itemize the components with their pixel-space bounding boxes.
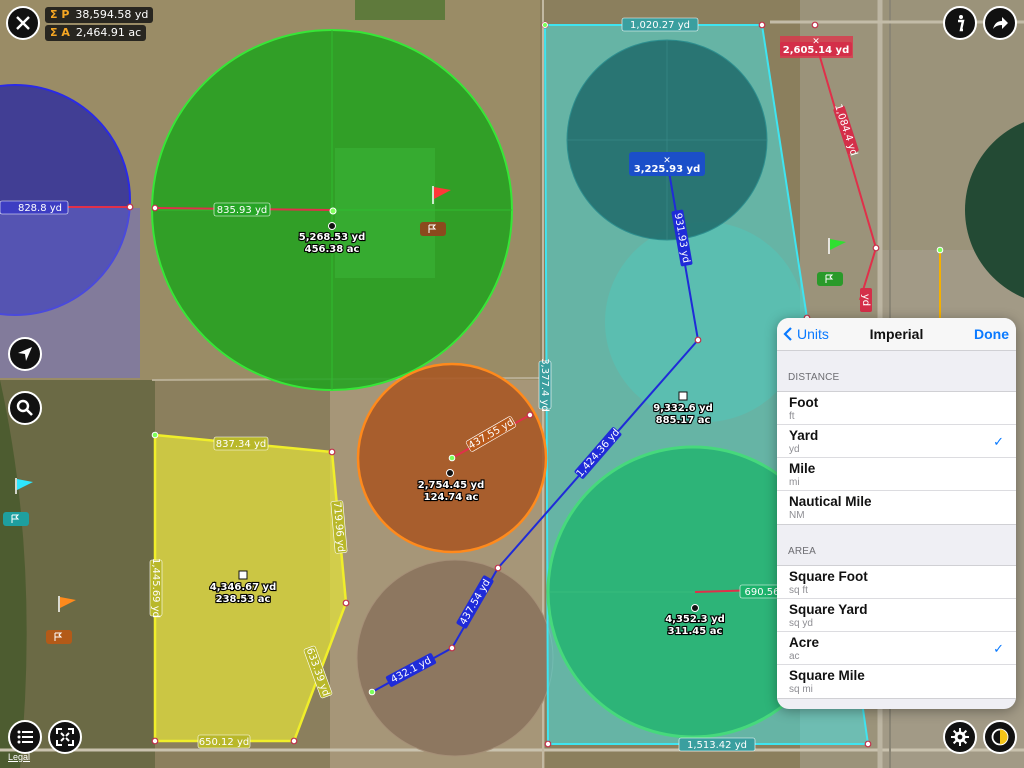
unit-name: Square Foot	[789, 569, 868, 584]
checkmark-icon: ✓	[993, 434, 1004, 449]
label-green-se-radius: 690.56	[745, 587, 780, 598]
unit-name: Square Mile	[789, 668, 865, 683]
label-cyan-total: 9,332.6 yd	[653, 403, 713, 414]
label-cyan-west: 3,377.4 yd	[539, 358, 550, 412]
unit-abbr: ft	[789, 411, 795, 422]
area-section-header: AREA	[788, 546, 817, 557]
close-button[interactable]	[6, 6, 40, 40]
unit-name: Square Yard	[789, 602, 868, 617]
unit-row-foot[interactable]: Foot ft	[777, 392, 1016, 425]
unit-name: Mile	[789, 461, 816, 476]
unit-row-square-foot[interactable]: Square Foot sq ft	[777, 566, 1016, 599]
area-symbol: Σ A	[50, 26, 70, 39]
label-cyan-bottom: 1,513.42 yd	[687, 740, 747, 751]
settings-button[interactable]	[943, 720, 977, 754]
area-value: 2,464.91 ac	[75, 26, 142, 39]
unit-abbr: ac	[789, 651, 800, 662]
label-yellow-perimeter: 4,346.67 yd	[210, 582, 277, 593]
units-panel-header: Units Imperial Done	[777, 318, 1016, 351]
units-panel: Units Imperial Done DISTANCE Foot ft Yar…	[777, 318, 1016, 709]
perimeter-value: 38,594.58 yd	[75, 8, 149, 21]
label-red-seg2: yd	[860, 294, 871, 306]
share-icon	[993, 17, 1008, 29]
unit-row-acre[interactable]: Acre ac ✓	[777, 632, 1016, 665]
unit-name: Yard	[789, 428, 819, 443]
label-blue-radius: 828.8 yd	[18, 203, 62, 214]
svg-text:✕: ✕	[812, 37, 820, 47]
list-icon	[17, 730, 33, 744]
search-button[interactable]	[8, 391, 42, 425]
theme-button[interactable]	[983, 720, 1017, 754]
contrast-icon	[991, 728, 1009, 746]
unit-abbr: sq mi	[789, 684, 813, 695]
location-arrow-icon	[18, 347, 32, 361]
unit-row-mile[interactable]: Mile mi	[777, 458, 1016, 491]
unit-abbr: mi	[789, 477, 800, 488]
distance-section-header: DISTANCE	[788, 372, 840, 383]
area-summary: Σ A 2,464.91 ac	[45, 25, 147, 41]
expand-icon	[56, 728, 74, 746]
done-button[interactable]: Done	[974, 318, 1009, 350]
label-orange-perimeter: 2,754.45 yd	[418, 480, 485, 491]
unit-row-yard[interactable]: Yard yd ✓	[777, 425, 1016, 458]
label-green-radius: 835.93 yd	[217, 205, 267, 216]
unit-abbr: NM	[789, 510, 805, 521]
share-button[interactable]	[983, 6, 1017, 40]
unit-row-square-yard[interactable]: Square Yard sq yd	[777, 599, 1016, 632]
info-icon	[958, 15, 965, 32]
fit-button[interactable]	[48, 720, 82, 754]
label-green-area: 456.38 ac	[305, 244, 360, 255]
close-icon	[16, 16, 30, 30]
label-yellow-left: 1,445.69 yd	[150, 558, 161, 618]
unit-abbr: yd	[789, 444, 800, 455]
unit-abbr: sq ft	[789, 585, 808, 596]
label-yellow-bottom: 650.12 yd	[199, 737, 249, 748]
label-cyan-area: 885.17 ac	[656, 415, 711, 426]
unit-row-square-mile[interactable]: Square Mile sq mi	[777, 665, 1016, 698]
info-button[interactable]	[943, 6, 977, 40]
label-green-perimeter: 5,268.53 yd	[299, 232, 366, 243]
label-orange-area: 124.74 ac	[424, 492, 479, 503]
svg-text:✕: ✕	[663, 156, 671, 166]
unit-name: Nautical Mile	[789, 494, 872, 509]
label-green-se-area: 311.45 ac	[668, 626, 723, 637]
list-button[interactable]	[8, 720, 42, 754]
locate-button[interactable]	[8, 337, 42, 371]
legal-link[interactable]: Legal	[8, 752, 30, 762]
perimeter-summary: Σ P 38,594.58 yd	[45, 7, 154, 23]
label-green-se-perimeter: 4,352.3 yd	[665, 614, 725, 625]
unit-name: Acre	[789, 635, 820, 650]
label-yellow-top: 837.34 yd	[216, 439, 266, 450]
perimeter-symbol: Σ P	[50, 8, 70, 21]
unit-abbr: sq yd	[789, 618, 813, 629]
label-yellow-area: 238.53 ac	[216, 594, 271, 605]
checkmark-icon: ✓	[993, 641, 1004, 656]
area-units-list: Square Foot sq ft Square Yard sq yd Acre…	[777, 565, 1016, 699]
distance-units-list: Foot ft Yard yd ✓ Mile mi Nautical Mile …	[777, 391, 1016, 525]
label-cyan-top: 1,020.27 yd	[630, 20, 690, 31]
unit-name: Foot	[789, 395, 819, 410]
search-icon	[16, 399, 33, 416]
unit-row-nautical-mile[interactable]: Nautical Mile NM	[777, 491, 1016, 524]
gear-icon	[951, 728, 969, 746]
